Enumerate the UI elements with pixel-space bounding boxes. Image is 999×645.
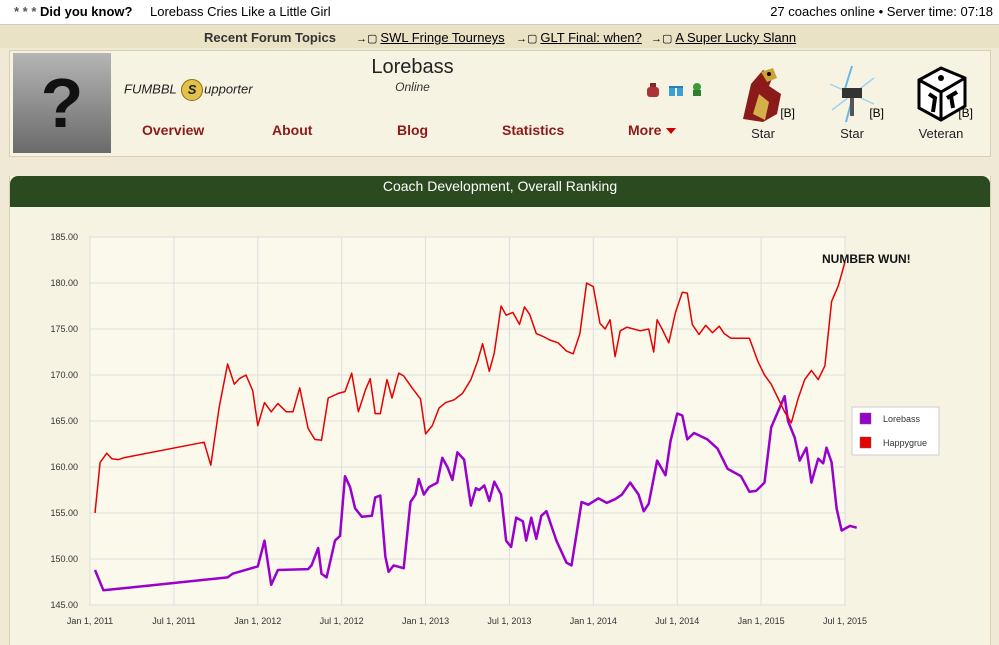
top-bar: * * * Did you know? Lorebass Cries Like … <box>0 0 999 25</box>
x-tick-label: Jan 1, 2011 <box>67 616 113 626</box>
gift-icon <box>668 83 684 97</box>
did-you-know-fact: Lorebass Cries Like a Little Girl <box>150 4 331 19</box>
x-tick-label: Jan 1, 2013 <box>402 616 449 626</box>
x-tick-label: Jan 1, 2012 <box>234 616 281 626</box>
trophy-veteran[interactable]: [B] Veteran <box>906 64 976 141</box>
x-tick-label: Jan 1, 2015 <box>738 616 785 626</box>
x-tick-label: Jan 1, 2014 <box>570 616 617 626</box>
trophy-label: Veteran <box>918 126 964 141</box>
x-tick-label: Jul 1, 2015 <box>823 616 867 626</box>
supporter-coin-icon: S <box>181 79 204 101</box>
chart-header: Coach Development, Overall Ranking <box>10 176 990 207</box>
nav-more[interactable]: More <box>628 122 677 138</box>
nav-about[interactable]: About <box>272 122 312 138</box>
y-tick-label: 150.00 <box>50 554 78 564</box>
y-tick-label: 165.00 <box>50 416 78 426</box>
forum-post-icon: →▢ <box>356 33 378 45</box>
nav-blog[interactable]: Blog <box>397 122 428 138</box>
x-tick-label: Jul 1, 2013 <box>487 616 531 626</box>
legend-swatch-lorebass <box>859 412 872 425</box>
forum-post-icon: →▢ <box>516 33 538 45</box>
nav-overview[interactable]: Overview <box>142 122 204 138</box>
goblin-icon <box>689 81 705 96</box>
y-tick-label: 180.00 <box>50 278 78 288</box>
forum-topic-link[interactable]: →▢ SWL Fringe Tourneys <box>356 30 505 45</box>
y-axis: 145.00 150.00 155.00 160.00 165.00 170.00 175.… <box>50 232 78 610</box>
forum-topic-link[interactable]: →▢ A Super Lucky Slann <box>651 30 796 45</box>
lightning-hammer-icon: [B] <box>822 64 884 124</box>
die-icon: [B] <box>911 64 973 124</box>
griffon-icon: [B] <box>733 64 795 124</box>
nav-statistics[interactable]: Statistics <box>502 122 564 138</box>
y-tick-label: 145.00 <box>50 600 78 610</box>
forum-topic-link[interactable]: →▢ GLT Final: when? <box>516 30 642 45</box>
trophy-star-2[interactable]: [B] Star <box>817 64 887 141</box>
status-icons <box>646 81 707 100</box>
server-status: 27 coaches online • Server time: 07:18 <box>770 4 993 19</box>
forum-post-icon: →▢ <box>651 33 673 45</box>
trophy-label: Star <box>840 126 864 141</box>
x-tick-label: Jul 1, 2012 <box>320 616 364 626</box>
coach-online-status: Online <box>395 80 430 94</box>
ranking-chart: 145.00 150.00 155.00 160.00 165.00 170.00 175.… <box>50 232 940 626</box>
trophy-label: Star <box>751 126 775 141</box>
chart-panel: Coach Development, Overall Ranking 145.0… <box>9 176 991 645</box>
legend-label-happygrue: Happygrue <box>883 438 927 448</box>
recent-forum-topics-title: Recent Forum Topics <box>204 30 336 45</box>
x-tick-label: Jul 1, 2011 <box>152 616 195 626</box>
legend-label-lorebass: Lorebass <box>883 414 921 424</box>
y-tick-label: 155.00 <box>50 508 78 518</box>
chart-annotation: NUMBER WUN! <box>822 252 911 266</box>
did-you-know-label: * * * Did you know? <box>14 4 133 19</box>
x-axis: Jan 1, 2011 Jul 1, 2011 Jan 1, 2012 Jul 1, … <box>67 616 867 626</box>
legend-swatch-happygrue <box>859 436 872 449</box>
trophy-star-1[interactable]: [B] Star <box>728 64 798 141</box>
supporter-badge: FUMBBL Supporter <box>124 79 253 101</box>
y-tick-label: 160.00 <box>50 462 78 472</box>
y-tick-label: 185.00 <box>50 232 78 242</box>
legend: Lorebass Happygrue <box>851 406 940 456</box>
x-tick-label: Jul 1, 2014 <box>655 616 699 626</box>
chevron-down-icon <box>666 128 677 135</box>
coach-header: ? FUMBBL Supporter Lorebass Online Overv… <box>9 50 991 157</box>
y-tick-label: 170.00 <box>50 370 78 380</box>
coach-name: Lorebass <box>371 56 454 78</box>
y-tick-label: 175.00 <box>50 324 78 334</box>
avatar: ? <box>13 53 111 153</box>
recent-forum-topics-bar: Recent Forum Topics →▢ SWL Fringe Tourney… <box>0 25 999 48</box>
potion-icon <box>646 83 662 97</box>
